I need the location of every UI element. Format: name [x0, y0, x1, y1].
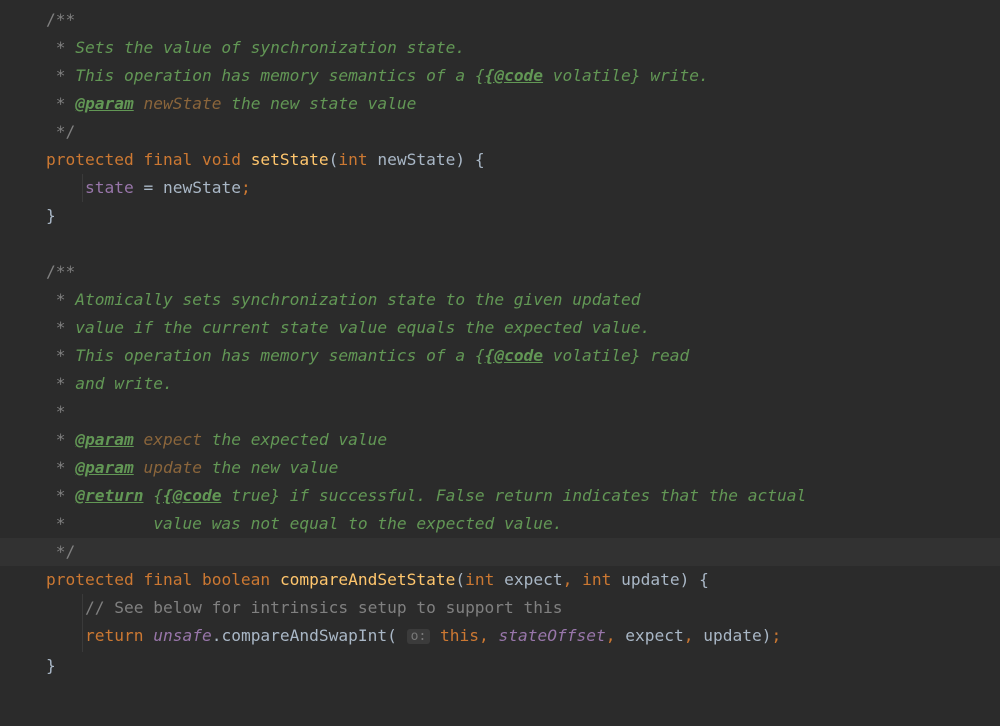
code-line: // See below for intrinsics setup to sup… [0, 594, 1000, 622]
code-line: * @return {{@code true} if successful. F… [0, 482, 1000, 510]
code-line: protected final void setState(int newSta… [0, 146, 1000, 174]
code-line: * This operation has memory semantics of… [0, 342, 1000, 370]
code-line: return unsafe.compareAndSwapInt( o: this… [0, 622, 1000, 652]
code-line: /** [0, 258, 1000, 286]
code-line: } [0, 202, 1000, 230]
code-line: } [0, 652, 1000, 680]
code-line: * @param update the new value [0, 454, 1000, 482]
code-line: * Sets the value of synchronization stat… [0, 34, 1000, 62]
code-line: /** [0, 6, 1000, 34]
code-line: */ [0, 118, 1000, 146]
code-line: protected final boolean compareAndSetSta… [0, 566, 1000, 594]
code-line: * Atomically sets synchronization state … [0, 286, 1000, 314]
code-line: * [0, 398, 1000, 426]
code-line: * @param expect the expected value [0, 426, 1000, 454]
code-editor[interactable]: /** * Sets the value of synchronization … [0, 0, 1000, 680]
code-line: * and write. [0, 370, 1000, 398]
code-line: * value if the current state value equal… [0, 314, 1000, 342]
code-line: * @param newState the new state value [0, 90, 1000, 118]
inlay-hint: o: [407, 629, 431, 644]
code-line-current: */ [0, 538, 1000, 566]
code-line: * This operation has memory semantics of… [0, 62, 1000, 90]
code-line [0, 230, 1000, 258]
code-line: * value was not equal to the expected va… [0, 510, 1000, 538]
code-line: state = newState; [0, 174, 1000, 202]
